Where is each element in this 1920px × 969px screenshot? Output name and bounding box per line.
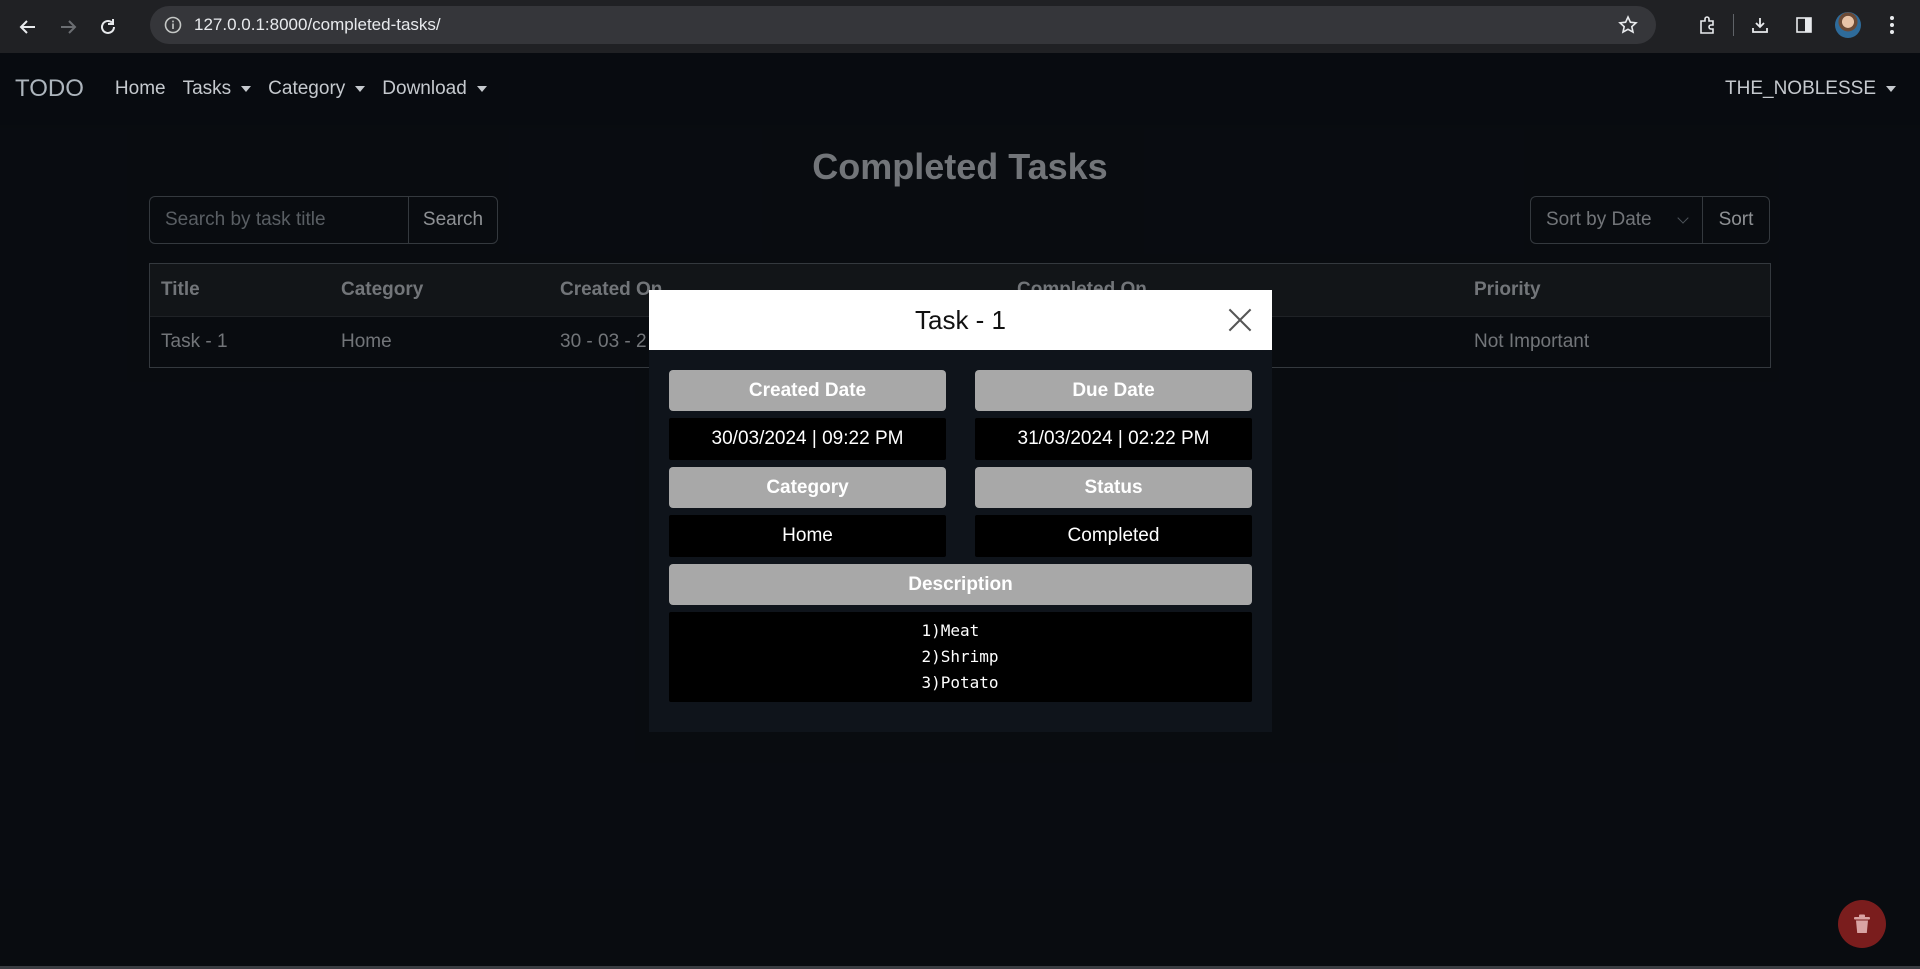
- description-text: 1)Meat 2)Shrimp 3)Potato: [669, 612, 1252, 702]
- task-detail-modal: Task - 1 Created Date Due Date 30/03/202…: [649, 290, 1272, 732]
- brand-logo[interactable]: TODO: [15, 75, 84, 103]
- avatar: [1835, 12, 1861, 38]
- due-date-label: Due Date: [975, 370, 1252, 411]
- caret-down-icon: [241, 86, 252, 92]
- description-label: Description: [669, 564, 1252, 605]
- close-icon[interactable]: [1225, 305, 1255, 335]
- star-icon[interactable]: [1618, 15, 1638, 40]
- menu-icon[interactable]: [1874, 7, 1910, 43]
- description-line: 1)Meat: [921, 621, 980, 640]
- nav-download-label: Download: [382, 78, 467, 99]
- address-bar[interactable]: 127.0.0.1:8000/completed-tasks/: [150, 6, 1656, 44]
- caret-down-icon: [355, 86, 366, 92]
- profile-avatar[interactable]: [1830, 7, 1866, 43]
- site-navbar: TODO Home Tasks Category Download THE_NO…: [0, 53, 1920, 125]
- nav-tasks-label: Tasks: [182, 78, 232, 99]
- trash-icon: [1854, 914, 1870, 933]
- status-label: Status: [975, 467, 1252, 508]
- modal-header: Task - 1: [649, 290, 1272, 350]
- back-icon[interactable]: [8, 7, 48, 47]
- created-date-value: 30/03/2024 | 09:22 PM: [669, 418, 946, 460]
- browser-toolbar: 127.0.0.1:8000/completed-tasks/: [0, 0, 1920, 53]
- nav-category-dropdown[interactable]: Category: [268, 78, 366, 100]
- nav-home-label: Home: [114, 78, 166, 99]
- caret-down-icon: [476, 86, 487, 92]
- due-date-value: 31/03/2024 | 02:22 PM: [975, 418, 1252, 460]
- nav-download-dropdown[interactable]: Download: [382, 78, 487, 100]
- description-line: 3)Potato: [921, 673, 999, 692]
- forward-icon[interactable]: [48, 7, 88, 47]
- url-text[interactable]: 127.0.0.1:8000/completed-tasks/: [194, 15, 441, 35]
- description-line: 2)Shrimp: [921, 647, 999, 666]
- modal-title: Task - 1: [914, 304, 1007, 335]
- download-icon[interactable]: [1742, 7, 1778, 43]
- category-label: Category: [669, 467, 946, 508]
- status-value: Completed: [975, 515, 1252, 557]
- nav-home[interactable]: Home: [115, 78, 166, 100]
- user-menu-dropdown[interactable]: THE_NOBLESSE: [1725, 53, 1896, 125]
- reload-icon[interactable]: [88, 7, 128, 47]
- sidepanel-icon[interactable]: [1786, 7, 1822, 43]
- toolbar-divider: [1733, 14, 1734, 36]
- delete-all-button[interactable]: [1838, 900, 1886, 948]
- nav-category-label: Category: [268, 78, 346, 99]
- task-details-grid: Created Date Due Date 30/03/2024 | 09:22…: [669, 370, 1252, 702]
- caret-down-icon: [1886, 86, 1896, 92]
- nav-tasks-dropdown[interactable]: Tasks: [183, 78, 252, 100]
- created-date-label: Created Date: [669, 370, 946, 411]
- extensions-icon[interactable]: [1689, 7, 1725, 43]
- site-info-icon[interactable]: [158, 16, 188, 34]
- category-value: Home: [669, 515, 946, 557]
- username: THE_NOBLESSE: [1725, 78, 1876, 99]
